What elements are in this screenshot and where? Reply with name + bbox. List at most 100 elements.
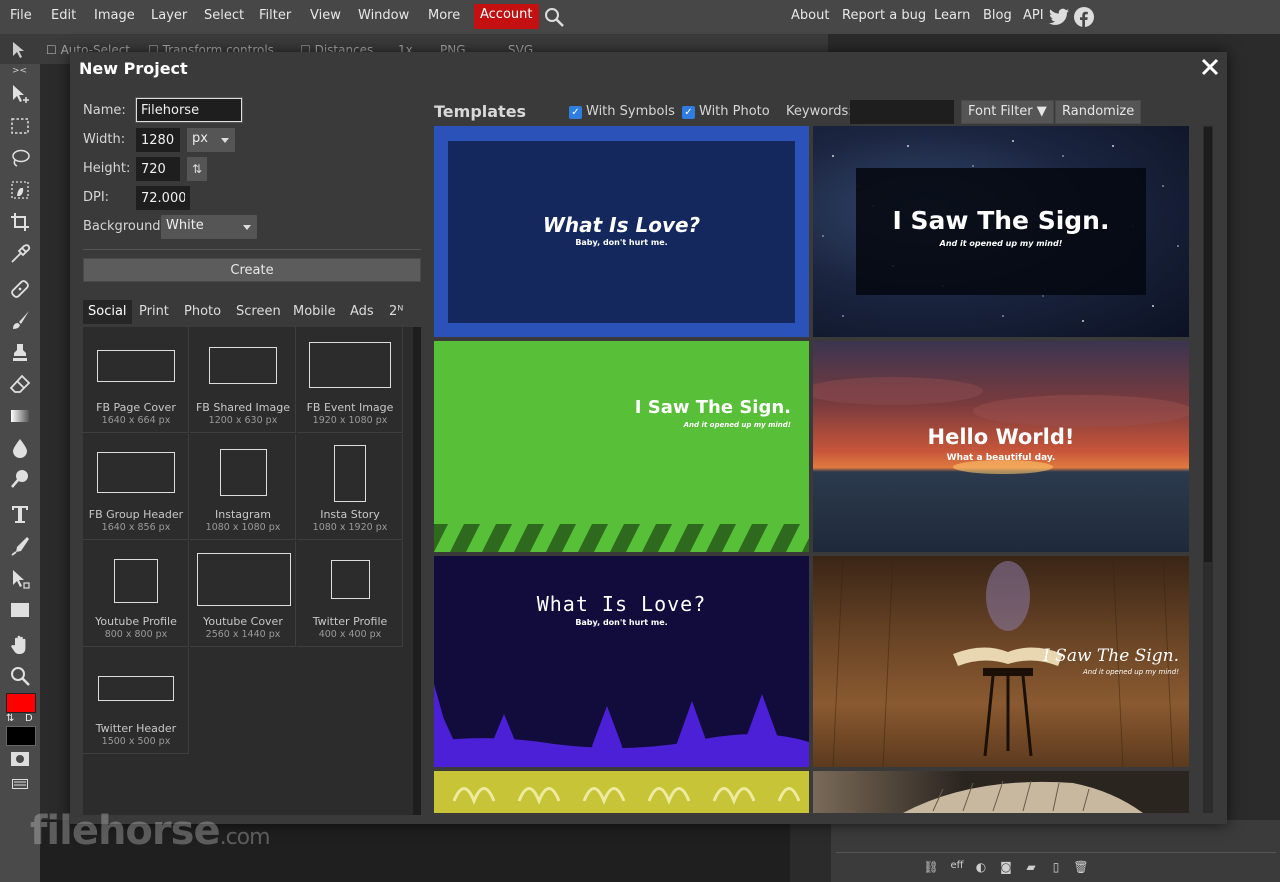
- menu-filter[interactable]: Filter: [259, 8, 291, 23]
- zoom-tool-icon[interactable]: [6, 663, 34, 689]
- close-icon[interactable]: [1198, 55, 1222, 79]
- menu-report-bug[interactable]: Report a bug: [842, 8, 926, 23]
- menu-file[interactable]: File: [10, 8, 32, 23]
- background-select[interactable]: White: [161, 215, 257, 239]
- dpi-field[interactable]: [136, 186, 190, 210]
- template-card[interactable]: I Saw The Sign. And it opened up my mind…: [813, 126, 1189, 337]
- menu-select[interactable]: Select: [204, 8, 244, 23]
- preset-shape: [331, 560, 370, 599]
- link-layers-icon[interactable]: ⛓: [922, 860, 940, 876]
- with-photo-label: With Photo: [699, 104, 770, 119]
- preset-twitter-header[interactable]: Twitter Header 1500 x 500 px: [83, 648, 189, 754]
- with-photo-checkbox[interactable]: ✓: [682, 106, 695, 119]
- move-tool-icon[interactable]: [6, 81, 34, 107]
- delete-layer-icon[interactable]: 🗑: [1072, 860, 1090, 876]
- template-card[interactable]: What Is Love? Baby, don't hurt me.: [434, 556, 809, 767]
- preset-youtube-cover[interactable]: Youtube Cover 2560 x 1440 px: [190, 541, 296, 647]
- search-icon[interactable]: [543, 6, 565, 28]
- templates-scrollbar-thumb[interactable]: [1204, 127, 1212, 562]
- screen-mode-icon[interactable]: [12, 778, 28, 789]
- preset-instagram[interactable]: Instagram 1080 x 1080 px: [190, 434, 296, 540]
- swap-dimensions-icon[interactable]: ⇅: [187, 157, 207, 181]
- menu-layer[interactable]: Layer: [151, 8, 187, 23]
- dodge-tool-icon[interactable]: [6, 466, 34, 492]
- clone-stamp-tool-icon[interactable]: [6, 339, 34, 365]
- blur-tool-icon[interactable]: [6, 435, 34, 461]
- template-card[interactable]: Hello World! What a beautiful day.: [813, 341, 1189, 552]
- facebook-icon[interactable]: [1074, 7, 1094, 27]
- default-colors-icon[interactable]: D: [25, 713, 33, 724]
- eraser-tool-icon[interactable]: [6, 371, 34, 397]
- brush-tool-icon[interactable]: [6, 307, 34, 333]
- tab-social[interactable]: Social: [83, 300, 132, 324]
- hand-tool-icon[interactable]: [6, 632, 34, 658]
- toolbar-collapse-icon[interactable]: ><: [12, 66, 27, 76]
- background-label: Background:: [83, 219, 165, 234]
- preset-twitter-profile[interactable]: Twitter Profile 400 x 400 px: [297, 541, 403, 647]
- new-layer-icon[interactable]: ▯: [1047, 860, 1065, 876]
- menu-image[interactable]: Image: [94, 8, 135, 23]
- keywords-input[interactable]: [850, 100, 954, 124]
- template-card[interactable]: [813, 771, 1189, 813]
- path-select-tool-icon[interactable]: [6, 566, 34, 592]
- create-button[interactable]: Create: [83, 258, 421, 282]
- name-field[interactable]: [135, 97, 243, 123]
- font-filter-button[interactable]: Font Filter ▼: [961, 100, 1054, 124]
- quick-mask-icon[interactable]: [11, 752, 29, 766]
- preset-size: 1080 x 1920 px: [312, 522, 388, 533]
- preset-fb-shared-image[interactable]: FB Shared Image 1200 x 630 px: [190, 327, 296, 433]
- tab-photo[interactable]: Photo: [179, 300, 226, 324]
- shape-tool-icon[interactable]: [6, 597, 34, 623]
- height-field[interactable]: [136, 157, 180, 181]
- menu-window[interactable]: Window: [358, 8, 409, 23]
- new-folder-icon[interactable]: ▰: [1022, 860, 1040, 876]
- with-symbols-checkbox[interactable]: ✓: [569, 106, 582, 119]
- preset-fb-group-header[interactable]: FB Group Header 1640 x 856 px: [83, 434, 189, 540]
- layer-effects-icon[interactable]: eff: [948, 860, 966, 876]
- menu-blog[interactable]: Blog: [983, 8, 1012, 23]
- pen-tool-icon[interactable]: [6, 533, 34, 559]
- preset-youtube-profile[interactable]: Youtube Profile 800 x 800 px: [83, 541, 189, 647]
- menu-more[interactable]: More: [428, 8, 460, 23]
- healing-tool-icon[interactable]: [6, 276, 34, 302]
- preset-fb-page-cover[interactable]: FB Page Cover 1640 x 664 px: [83, 327, 189, 433]
- tab-power-of-two[interactable]: 2ᴺ: [384, 300, 408, 324]
- dpi-label: DPI:: [83, 190, 110, 205]
- preset-name: Twitter Profile: [312, 615, 388, 628]
- preset-fb-event-image[interactable]: FB Event Image 1920 x 1080 px: [297, 327, 403, 433]
- width-field[interactable]: [136, 128, 180, 152]
- template-card[interactable]: [434, 771, 809, 813]
- randomize-button[interactable]: Randomize: [1055, 100, 1142, 124]
- adjustment-icon[interactable]: ◐: [972, 860, 990, 876]
- gradient-tool-icon[interactable]: [6, 403, 34, 429]
- foreground-color-swatch[interactable]: [6, 693, 36, 713]
- filehorse-watermark: filehorse.com: [30, 808, 271, 854]
- menu-edit[interactable]: Edit: [51, 8, 76, 23]
- menu-view[interactable]: View: [310, 8, 341, 23]
- layer-mask-icon[interactable]: ◙: [997, 860, 1015, 876]
- tab-ads[interactable]: Ads: [345, 300, 379, 324]
- unit-select[interactable]: px: [187, 128, 235, 152]
- preset-insta-story[interactable]: Insta Story 1080 x 1920 px: [297, 434, 403, 540]
- preset-scrollbar[interactable]: [413, 327, 421, 815]
- menu-learn[interactable]: Learn: [934, 8, 970, 23]
- menu-api[interactable]: API: [1023, 8, 1044, 23]
- crop-tool-icon[interactable]: [6, 209, 34, 235]
- template-card[interactable]: What Is Love? Baby, don't hurt me.: [434, 126, 809, 337]
- tab-screen[interactable]: Screen: [231, 300, 286, 324]
- eyedropper-tool-icon[interactable]: [6, 241, 34, 267]
- marquee-tool-icon[interactable]: [6, 113, 34, 139]
- menu-about[interactable]: About: [791, 8, 829, 23]
- type-tool-icon[interactable]: [6, 501, 34, 527]
- twitter-icon[interactable]: [1049, 8, 1069, 26]
- tab-print[interactable]: Print: [134, 300, 174, 324]
- template-card[interactable]: I Saw The Sign. And it opened up my mind…: [434, 341, 809, 552]
- account-button[interactable]: Account: [474, 4, 539, 29]
- background-color-swatch[interactable]: [6, 726, 36, 746]
- swap-colors-icon[interactable]: ⇅: [6, 713, 14, 724]
- quick-select-tool-icon[interactable]: [6, 177, 34, 203]
- lasso-tool-icon[interactable]: [6, 145, 34, 171]
- with-symbols-label: With Symbols: [586, 104, 675, 119]
- tab-mobile[interactable]: Mobile: [288, 300, 341, 324]
- template-card[interactable]: I Saw The Sign. And it opened up my mind…: [813, 556, 1189, 767]
